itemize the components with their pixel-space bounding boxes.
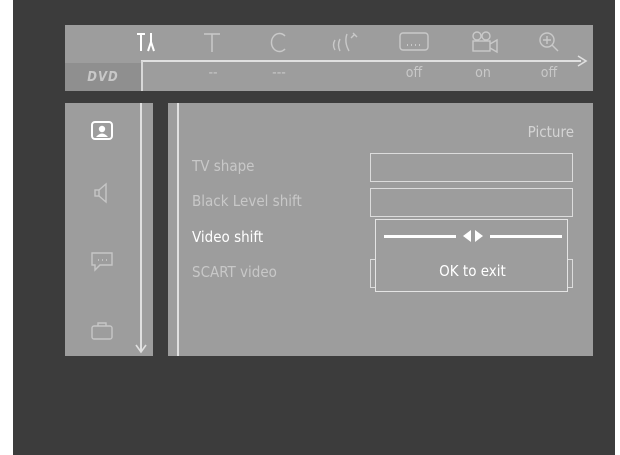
slider-track-left: [384, 235, 456, 238]
osd-screen: DVD -- --- off on off Picture TV shape B…: [13, 0, 615, 455]
settings-sidebar: [65, 103, 153, 356]
subtitle-icon[interactable]: [397, 29, 431, 55]
menu-value-text: --: [208, 65, 218, 81]
setting-black-level-shift[interactable]: Black Level shift: [192, 192, 302, 210]
ok-to-exit-hint: OK to exit: [439, 262, 506, 280]
arrow-down-icon: [135, 344, 147, 354]
panel-title: Picture: [527, 123, 574, 141]
setting-tv-shape[interactable]: TV shape: [192, 157, 254, 175]
setting-video-shift[interactable]: Video shift: [192, 228, 263, 246]
sound-waves-icon[interactable]: [329, 29, 363, 55]
person-picture-icon[interactable]: [87, 117, 117, 145]
setting-scart-video[interactable]: SCART video: [192, 263, 277, 281]
speaker-icon[interactable]: [87, 179, 117, 207]
panel-divider-line: [177, 103, 179, 356]
tv-shape-value-field[interactable]: [370, 153, 573, 182]
arrow-right-icon: [577, 55, 588, 67]
camera-angle-icon[interactable]: [467, 29, 501, 55]
clock-c-icon[interactable]: [268, 29, 290, 55]
black-level-shift-value-field[interactable]: [370, 188, 573, 217]
top-menu-bar: DVD -- --- off on off: [65, 25, 593, 91]
left-right-arrows-icon[interactable]: [460, 228, 486, 244]
text-t-icon[interactable]: [201, 29, 223, 55]
menu-value-audio: ---: [272, 65, 286, 81]
menu-value-zoom: off: [540, 65, 558, 81]
briefcase-icon[interactable]: [87, 316, 117, 344]
zoom-icon[interactable]: [535, 29, 565, 55]
menu-value-angle: on: [475, 65, 491, 81]
menu-vertical-divider: [141, 61, 143, 91]
menu-value-subtitle: off: [405, 65, 423, 81]
video-shift-popup[interactable]: OK to exit: [375, 219, 568, 292]
sidebar-scroll-line: [140, 103, 142, 351]
dvd-logo: DVD: [65, 63, 141, 91]
picture-settings-panel: Picture TV shape Black Level shift Video…: [168, 103, 593, 356]
slider-track-right: [490, 235, 562, 238]
speech-bubble-icon[interactable]: [87, 248, 117, 276]
menu-divider-line: [141, 60, 581, 62]
settings-tools-icon[interactable]: [133, 29, 159, 55]
